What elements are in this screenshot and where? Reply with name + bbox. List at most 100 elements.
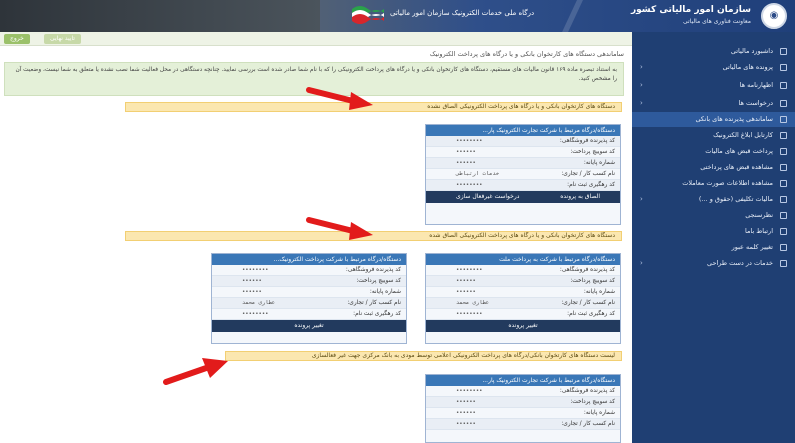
table-row: شماره پایانه: •••••• — [426, 408, 620, 419]
sidebar-item-dashboard[interactable]: داشبورد مالیاتی — [632, 44, 795, 59]
table-row: کد سوییچ پرداخت: •••••• — [426, 147, 620, 158]
row-label: کد پذیرنده فروشگاهی: — [559, 138, 615, 144]
sidebar-item-declarations[interactable]: اظهارنامه ها ‹ — [632, 78, 795, 93]
sidebar-item-label: ارتباط باما — [744, 227, 773, 235]
red-arrow-icon — [306, 87, 373, 110]
chevron-left-icon: ‹ — [640, 81, 643, 89]
table-row: کد سوییچ پرداخت: •••••• — [212, 276, 406, 287]
receipt-icon — [780, 164, 787, 171]
main-content: ساماندهی دستگاه های کارتخوان بانکی و یا … — [0, 46, 632, 443]
portal-title: درگاه ملی خدمات الکترونیک سازمان امور ما… — [390, 9, 535, 17]
table-row: کد سوییچ پرداخت: •••••• — [426, 276, 620, 287]
sidebar-item-bank-acceptors[interactable]: ساماندهی پذیرنده های بانکی — [632, 112, 795, 127]
sidebar-item-requests[interactable]: درخواست ها ‹ — [632, 96, 795, 111]
row-value: •••••••• — [456, 311, 483, 317]
red-arrow-icon — [306, 217, 373, 240]
sidebar-item-label: خدمات در دست طراحی — [707, 259, 773, 267]
sidebar-item-tax-files[interactable]: پرونده های مالیاتی ‹ — [632, 60, 795, 75]
sidebar-item-withholding-tax[interactable]: مالیات تکلیفی (حقوق و ...) ‹ — [632, 192, 795, 207]
table-row: شماره پایانه: •••••• — [426, 287, 620, 298]
sidebar-item-contact[interactable]: ارتباط باما — [632, 224, 795, 239]
sidebar-item-upcoming-services[interactable]: خدمات در دست طراحی ‹ — [632, 256, 795, 271]
card-title: دستگاه/درگاه مرتبط با شرکت تجارت الکترون… — [426, 125, 620, 136]
row-value: •••••• — [456, 278, 476, 284]
sidebar-item-label: ساماندهی پذیرنده های بانکی — [695, 115, 774, 123]
row-value: عطاری محمد — [456, 300, 490, 306]
header-dark-band — [0, 0, 320, 32]
exit-button[interactable]: خروج — [4, 34, 30, 44]
request-deactivation-button[interactable]: درخواست غیرفعال سازی — [456, 191, 519, 203]
action-strip: خروج تایید نهایی — [0, 32, 632, 46]
chevron-left-icon: ‹ — [640, 195, 643, 203]
sidebar-item-survey[interactable]: نظرسنجی — [632, 208, 795, 223]
sidebar-item-change-password[interactable]: تغییر کلمه عبور — [632, 240, 795, 255]
flag-icon — [352, 6, 384, 24]
row-label: کد رهگیری ثبت نام: — [567, 311, 615, 317]
sidebar-item-e-notification[interactable]: کارتابل ابلاغ الکترونیک — [632, 128, 795, 143]
table-row: نام کسب کار / تجاری: •••••• — [426, 419, 620, 430]
tax-icon — [780, 196, 787, 203]
list-icon — [780, 180, 787, 187]
breadcrumb: ساماندهی دستگاه های کارتخوان بانکی و یا … — [429, 50, 624, 58]
final-confirm-button[interactable]: تایید نهایی — [44, 34, 81, 44]
table-row: شماره پایانه: •••••• — [212, 287, 406, 298]
document-icon — [780, 82, 787, 89]
survey-icon — [780, 212, 787, 219]
sidebar-item-paid-bills[interactable]: مشاهده قبض های پرداختی — [632, 160, 795, 175]
row-value: •••••• — [456, 421, 476, 427]
gear-icon — [780, 260, 787, 267]
sidebar: داشبورد مالیاتی پرونده های مالیاتی ‹ اظها… — [632, 32, 795, 443]
row-label: شماره پایانه: — [583, 410, 615, 416]
org-subtitle: معاونت فناوری های مالیاتی — [683, 18, 751, 25]
table-row: کد پذیرنده فروشگاهی: •••••••• — [426, 136, 620, 147]
row-value: •••••• — [242, 289, 262, 295]
table-row: کد پذیرنده فروشگاهی: •••••••• — [212, 265, 406, 276]
table-row: کد رهگیری ثبت نام: •••••••• — [212, 309, 406, 320]
chevron-left-icon: ‹ — [640, 63, 643, 71]
row-value: •••••••• — [242, 311, 269, 317]
row-label: کد سوییچ پرداخت: — [570, 399, 615, 405]
row-value: •••••••• — [456, 267, 483, 273]
table-row: کد پذیرنده فروشگاهی: •••••••• — [426, 386, 620, 397]
sidebar-item-label: پرونده های مالیاتی — [722, 63, 773, 71]
table-row: شماره پایانه: •••••• — [426, 158, 620, 169]
change-file-button[interactable]: تغییر پرونده — [212, 320, 406, 332]
sidebar-item-pay-bills[interactable]: پرداخت قبض های مالیات — [632, 144, 795, 159]
row-label: کد پذیرنده فروشگاهی: — [559, 388, 615, 394]
card-body: کد پذیرنده فروشگاهی: •••••••• کد سوییچ پر… — [426, 136, 620, 191]
folder-icon — [780, 64, 787, 71]
row-label: کد سوییچ پرداخت: — [570, 149, 615, 155]
phone-icon — [780, 228, 787, 235]
change-file-button[interactable]: تغییر پرونده — [426, 320, 620, 332]
row-value: •••••• — [456, 410, 476, 416]
sidebar-item-label: کارتابل ابلاغ الکترونیک — [713, 131, 773, 139]
org-logo-icon[interactable]: ◉ — [761, 3, 787, 29]
row-value: •••••• — [456, 149, 476, 155]
attach-to-file-button[interactable]: الصاق به پرونده — [560, 191, 600, 203]
header-decoration — [558, 0, 642, 32]
linked-device-card-right: دستگاه/درگاه مرتبط با شرکت به پرداخت ملت… — [425, 253, 621, 344]
sidebar-item-transactions[interactable]: مشاهده اطلاعات صورت معاملات — [632, 176, 795, 191]
card-title: دستگاه/درگاه مرتبط با شرکت به پرداخت ملت — [426, 254, 620, 265]
sidebar-item-label: مالیات تکلیفی (حقوق و ...) — [698, 195, 773, 203]
row-label: شماره پایانه: — [583, 289, 615, 295]
chevron-left-icon: ‹ — [640, 99, 643, 107]
card-title: دستگاه/درگاه مرتبط با شرکت پرداخت الکترو… — [212, 254, 406, 265]
row-value: •••••• — [456, 160, 476, 166]
sidebar-item-label: پرداخت قبض های مالیات — [705, 147, 773, 155]
row-value: •••••••• — [456, 182, 483, 188]
unlinked-device-card: دستگاه/درگاه مرتبط با شرکت تجارت الکترون… — [425, 124, 621, 225]
table-row: نام کسب کار / تجاری: خدمات ارتباطی — [426, 169, 620, 180]
chevron-left-icon: ‹ — [640, 259, 643, 267]
row-value: •••••••• — [456, 138, 483, 144]
table-row: نام کسب کار / تجاری: عطاری محمد — [212, 298, 406, 309]
red-arrow-icon — [163, 358, 228, 385]
row-label: کد پذیرنده فروشگاهی: — [559, 267, 615, 273]
row-label: کد سوییچ پرداخت: — [570, 278, 615, 284]
table-row: کد رهگیری ثبت نام: •••••••• — [426, 180, 620, 191]
request-icon — [780, 100, 787, 107]
row-label: کد سوییچ پرداخت: — [356, 278, 401, 284]
card-title: دستگاه/درگاه مرتبط با شرکت تجارت الکترون… — [426, 375, 620, 386]
payment-icon — [780, 148, 787, 155]
app-header: درگاه ملی خدمات الکترونیک سازمان امور ما… — [0, 0, 795, 32]
